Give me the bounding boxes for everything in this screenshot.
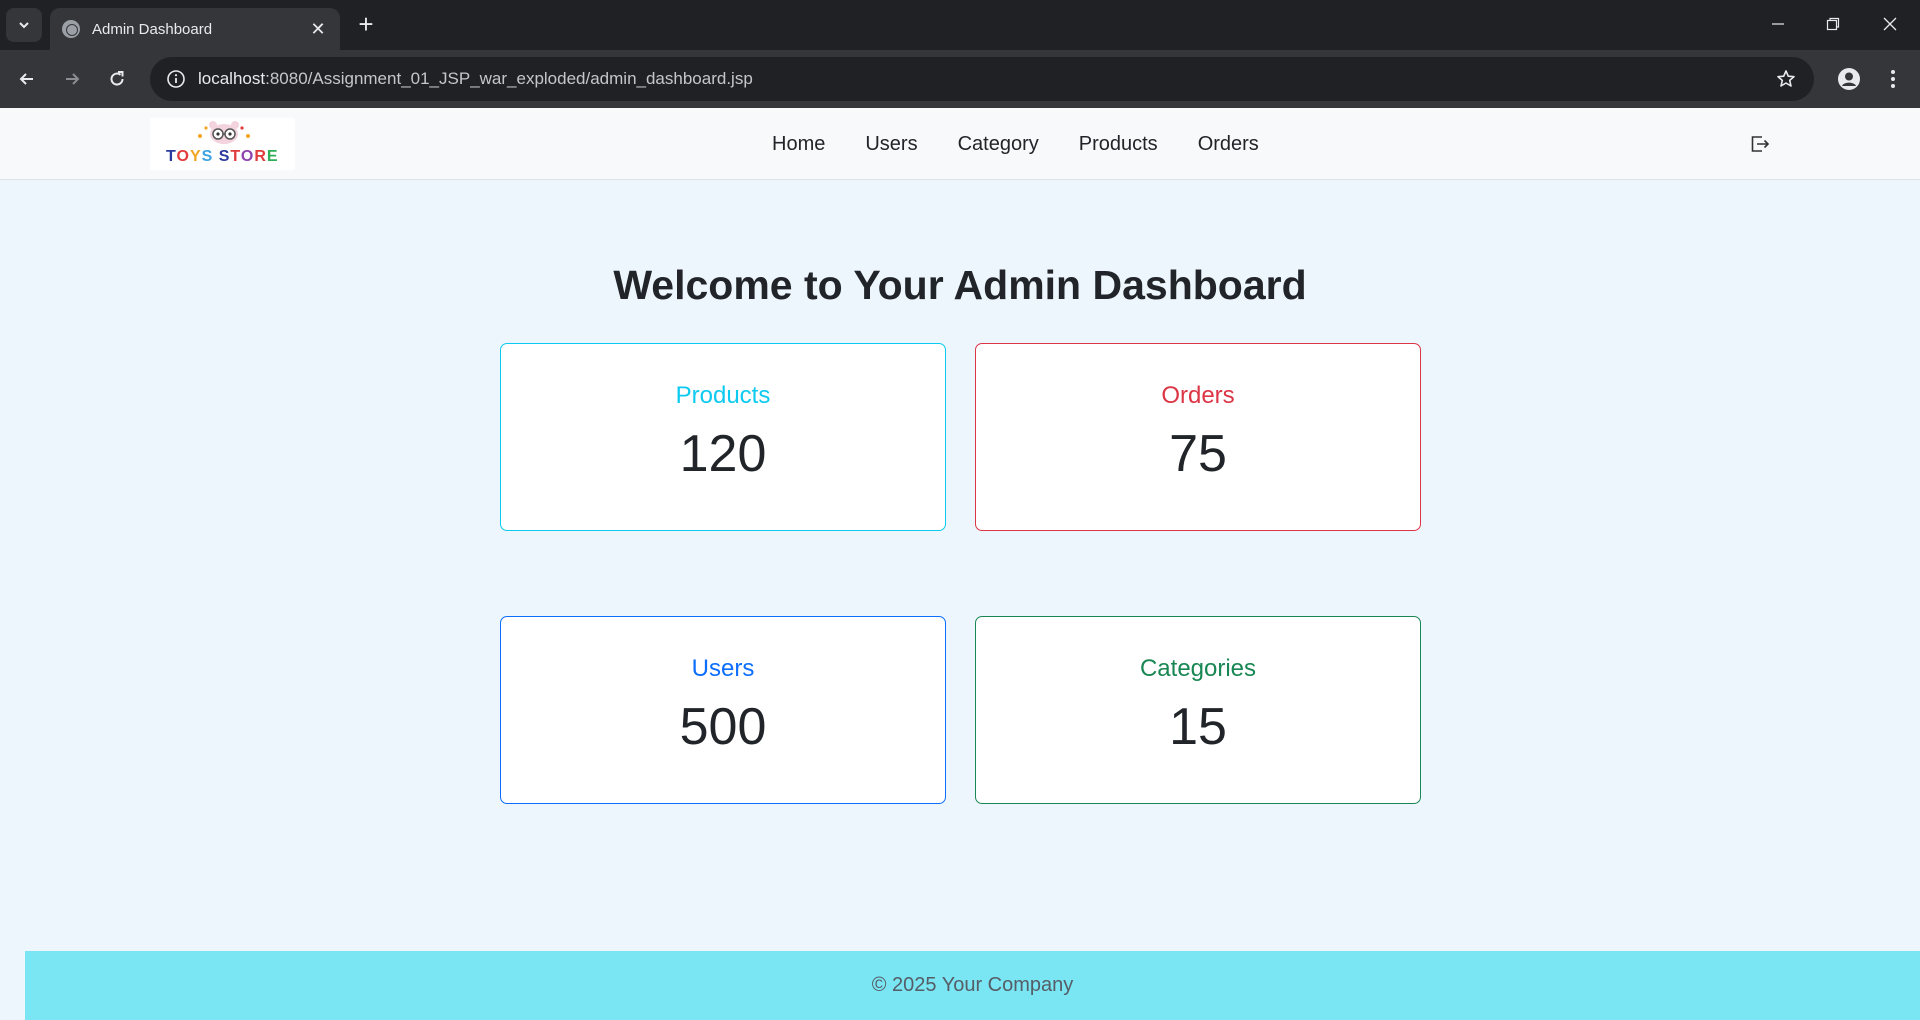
card-value: 15 xyxy=(1169,698,1227,756)
logo-letter: S xyxy=(218,148,231,165)
page-footer: © 2025 Your Company xyxy=(25,951,1920,1020)
logo-letter: T xyxy=(166,148,177,165)
orders-card: Orders 75 xyxy=(975,343,1421,531)
minimize-icon[interactable] xyxy=(1758,8,1798,40)
browser-toolbar: localhost:8080/Assignment_01_JSP_war_exp… xyxy=(0,50,1920,108)
address-bar[interactable]: localhost:8080/Assignment_01_JSP_war_exp… xyxy=(150,57,1814,101)
nav-users[interactable]: Users xyxy=(865,133,917,156)
logout-icon[interactable] xyxy=(1748,132,1772,156)
logo-letter: Y xyxy=(189,148,202,165)
browser-tab[interactable]: Admin Dashboard ✕ xyxy=(50,8,340,50)
site-navbar: TOYS STORE Home Users Category Products … xyxy=(0,108,1920,180)
logo-letter: S xyxy=(201,148,214,165)
restore-icon[interactable] xyxy=(1813,8,1853,40)
card-value: 75 xyxy=(1169,425,1227,483)
products-card: Products 120 xyxy=(500,343,946,531)
users-card: Users 500 xyxy=(500,616,946,804)
toys-store-logo[interactable]: TOYS STORE xyxy=(150,118,295,170)
logo-letter: O xyxy=(176,148,190,165)
url-text: localhost:8080/Assignment_01_JSP_war_exp… xyxy=(198,69,753,88)
footer-copyright: © 2025 Your Company xyxy=(871,974,1074,996)
card-value: 500 xyxy=(679,698,767,756)
profile-icon[interactable] xyxy=(1832,62,1866,96)
browser-tab-bar: Admin Dashboard ✕ + xyxy=(0,0,1920,50)
card-label: Orders xyxy=(1161,382,1235,409)
close-icon[interactable] xyxy=(1870,8,1910,40)
tab-list-icon[interactable] xyxy=(6,8,42,42)
categories-card: Categories 15 xyxy=(975,616,1421,804)
reload-icon[interactable] xyxy=(100,62,134,96)
page-title: Welcome to Your Admin Dashboard xyxy=(613,262,1307,308)
star-icon[interactable] xyxy=(1774,67,1798,91)
forward-icon[interactable] xyxy=(55,62,89,96)
logo-letter: R xyxy=(254,148,267,165)
nav-home[interactable]: Home xyxy=(772,133,825,156)
logo-letter: O xyxy=(240,148,255,165)
back-icon[interactable] xyxy=(10,62,44,96)
card-label: Products xyxy=(675,382,771,409)
card-value: 120 xyxy=(679,425,767,483)
nav-category[interactable]: Category xyxy=(958,133,1039,156)
globe-icon xyxy=(62,20,80,38)
main-nav: Home Users Category Products Orders xyxy=(772,108,1299,180)
card-label: Categories xyxy=(1139,655,1257,682)
tab-title: Admin Dashboard xyxy=(92,20,213,38)
tab-close-icon[interactable]: ✕ xyxy=(308,19,328,40)
logo-text: TOYS STORE xyxy=(166,148,279,166)
more-icon[interactable] xyxy=(1878,62,1908,96)
site-info-icon[interactable] xyxy=(154,57,198,101)
logo-letter: E xyxy=(266,148,279,165)
new-tab-button[interactable]: + xyxy=(352,10,380,38)
logo-letter: T xyxy=(230,148,241,165)
nav-products[interactable]: Products xyxy=(1079,133,1158,156)
logo-mascot-icon xyxy=(198,121,250,144)
nav-orders[interactable]: Orders xyxy=(1198,133,1259,156)
card-label: Users xyxy=(691,655,755,682)
